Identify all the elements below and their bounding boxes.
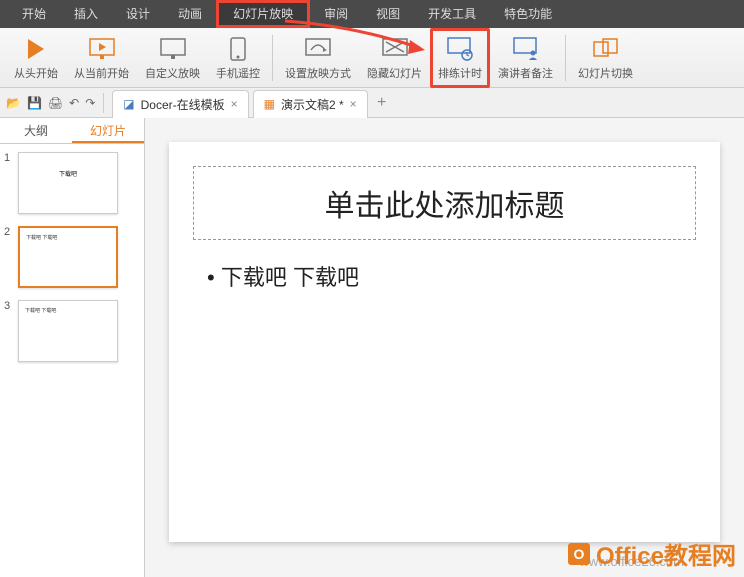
slides-tab[interactable]: 幻灯片: [72, 118, 144, 143]
menu-features[interactable]: 特色功能: [490, 0, 566, 28]
menu-start[interactable]: 开始: [8, 0, 60, 28]
document-tab-presentation[interactable]: ▦ 演示文稿2 * ×: [253, 90, 368, 118]
transition-icon: [592, 35, 620, 63]
thumbnail-row[interactable]: 1 下载吧: [4, 152, 140, 214]
watermark: O Office教程网: [568, 536, 736, 571]
ribbon-label: 隐藏幻灯片: [367, 65, 422, 81]
ribbon-from-current[interactable]: 从当前开始: [66, 35, 137, 81]
slide-panel: 大纲 幻灯片 1 下载吧 2 下载吧 下载吧 + ▸ 3: [0, 118, 145, 577]
slide-clock-icon: [446, 35, 474, 63]
thumb-content: 下载吧 下载吧: [20, 228, 116, 247]
separator: [103, 93, 104, 113]
ribbon-label: 从当前开始: [74, 65, 129, 81]
document-tab-docer[interactable]: ◪ Docer-在线模板 ×: [112, 90, 248, 118]
menu-devtools[interactable]: 开发工具: [414, 0, 490, 28]
ribbon: 从头开始 从当前开始 自定义放映 手机遥控 设置放映方式 隐藏幻灯片 排练计时 …: [0, 28, 744, 88]
thumbnail-row[interactable]: 3 下载吧 下载吧: [4, 300, 140, 362]
menu-design[interactable]: 设计: [112, 0, 164, 28]
slide[interactable]: 单击此处添加标题 下载吧 下载吧: [169, 142, 720, 542]
menu-slideshow[interactable]: 幻灯片放映: [216, 0, 310, 28]
ribbon-separator: [272, 35, 273, 81]
thumb-number: 1: [4, 152, 14, 164]
ribbon-label: 手机遥控: [216, 65, 260, 81]
title-text: 单击此处添加标题: [208, 181, 681, 225]
thumb-number: 3: [4, 300, 14, 312]
thumbnail[interactable]: 下载吧 下载吧: [18, 300, 118, 362]
thumb-content: 下载吧: [19, 153, 117, 178]
ribbon-hide-slide[interactable]: 隐藏幻灯片: [359, 35, 430, 81]
print-icon[interactable]: 🖨: [48, 96, 63, 110]
ribbon-label: 演讲者备注: [498, 65, 553, 81]
menu-review[interactable]: 审阅: [310, 0, 362, 28]
tab-close-icon[interactable]: ×: [231, 97, 238, 111]
thumbnail-row[interactable]: 2 下载吧 下载吧 + ▸: [4, 226, 140, 288]
watermark-brand: Office教程网: [596, 536, 736, 571]
ribbon-separator: [565, 35, 566, 81]
tab-label: 演示文稿2 *: [281, 96, 344, 113]
play-icon: [22, 35, 50, 63]
save-icon[interactable]: 💾: [27, 96, 42, 110]
thumbnail[interactable]: 下载吧: [18, 152, 118, 214]
ribbon-phone-control[interactable]: 手机遥控: [208, 35, 268, 81]
thumb-content: 下载吧 下载吧: [19, 301, 117, 320]
slide-person-icon: [512, 35, 540, 63]
ribbon-from-start[interactable]: 从头开始: [6, 35, 66, 81]
thumbnail-active[interactable]: 下载吧 下载吧: [18, 226, 118, 288]
menu-bar: 开始 插入 设计 动画 幻灯片放映 审阅 视图 开发工具 特色功能: [0, 0, 744, 28]
ribbon-label: 自定义放映: [145, 65, 200, 81]
ribbon-setup-show[interactable]: 设置放映方式: [277, 35, 359, 81]
tab-label: Docer-在线模板: [141, 96, 225, 113]
ribbon-label: 设置放映方式: [285, 65, 351, 81]
add-tab-button[interactable]: +: [372, 94, 392, 112]
folder-open-icon[interactable]: 📂: [6, 96, 21, 110]
ribbon-label: 幻灯片切换: [578, 65, 633, 81]
menu-insert[interactable]: 插入: [60, 0, 112, 28]
title-placeholder[interactable]: 单击此处添加标题: [193, 166, 696, 240]
slide-canvas: 单击此处添加标题 下载吧 下载吧: [145, 118, 744, 577]
screen-play-icon: [88, 35, 116, 63]
undo-icon[interactable]: ↶: [69, 96, 79, 110]
thumbnail-list: 1 下载吧 2 下载吧 下载吧 + ▸ 3 下载吧 下载吧: [0, 144, 144, 577]
screen-icon: [159, 35, 187, 63]
presentation-icon: ▦: [264, 97, 275, 111]
ribbon-label: 排练计时: [438, 65, 482, 81]
ribbon-slide-transition[interactable]: 幻灯片切换: [570, 35, 641, 81]
body-text[interactable]: 下载吧 下载吧: [193, 260, 696, 292]
ribbon-speaker-notes[interactable]: 演讲者备注: [490, 35, 561, 81]
doc-icon: ◪: [123, 97, 134, 111]
content-area: 大纲 幻灯片 1 下载吧 2 下载吧 下载吧 + ▸ 3: [0, 118, 744, 577]
menu-animation[interactable]: 动画: [164, 0, 216, 28]
document-bar: 📂 💾 🖨 ↶ ↷ ◪ Docer-在线模板 × ▦ 演示文稿2 * × +: [0, 88, 744, 118]
watermark-icon: O: [568, 543, 590, 565]
phone-icon: [224, 35, 252, 63]
tab-close-icon[interactable]: ×: [350, 97, 357, 111]
outline-tab[interactable]: 大纲: [0, 118, 72, 143]
menu-view[interactable]: 视图: [362, 0, 414, 28]
slide-cross-icon: [381, 35, 409, 63]
redo-icon[interactable]: ↷: [85, 96, 95, 110]
screen-arrow-icon: [304, 35, 332, 63]
ribbon-rehearse-timings[interactable]: 排练计时: [430, 28, 490, 88]
ribbon-custom-slideshow[interactable]: 自定义放映: [137, 35, 208, 81]
ribbon-label: 从头开始: [14, 65, 58, 81]
thumb-number: 2: [4, 226, 14, 238]
